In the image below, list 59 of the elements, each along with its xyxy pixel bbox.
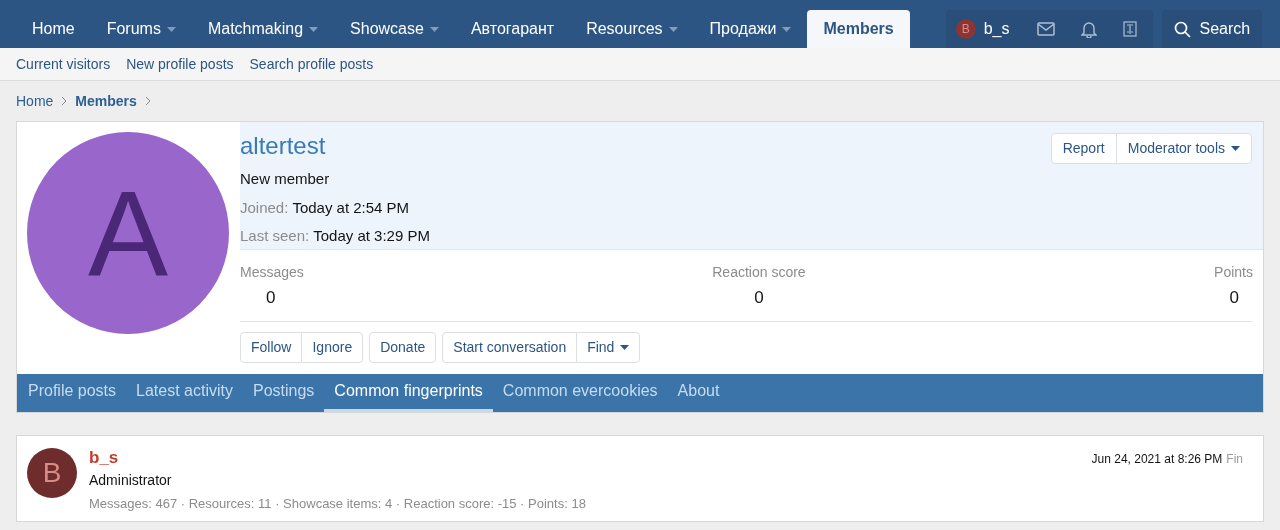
profile-tab[interactable]: Latest activity xyxy=(126,373,243,412)
grid-icon[interactable] xyxy=(1123,21,1138,37)
stat-label: Points xyxy=(1214,263,1253,282)
stat-label: Reaction score xyxy=(712,263,806,282)
detail-label: Joined: xyxy=(240,197,289,218)
member-stats: Messages: 467 · Resources: 11 · Showcase items: 4 · Reaction score: -15 · Points: 18 xyxy=(89,494,586,513)
nav-tab[interactable]: Resources xyxy=(570,10,694,48)
stat-value: 0 xyxy=(265,287,276,309)
user-title: New member xyxy=(240,169,331,189)
date-text: Jun 24, 2021 at 8:26 PM xyxy=(1091,450,1223,468)
member-avatar[interactable]: B xyxy=(27,447,77,498)
nav-tab[interactable]: Home xyxy=(16,10,91,48)
chevron-right-icon xyxy=(144,96,151,106)
nav-tab[interactable]: Matchmaking xyxy=(191,10,335,48)
caret-icon xyxy=(668,26,678,32)
breadcrumb-link[interactable]: Members xyxy=(75,90,137,112)
mail-icon[interactable] xyxy=(1037,22,1056,36)
detail-value: Today at 3:29 PM xyxy=(313,226,430,246)
stat-value: 0 xyxy=(1229,287,1240,309)
caret-icon xyxy=(620,344,630,350)
profile-button[interactable]: Start conversation xyxy=(442,331,578,363)
nav-tab[interactable]: Members xyxy=(807,10,910,48)
breadcrumb-link[interactable]: Home xyxy=(16,90,54,112)
profile-tab[interactable]: Common evercookies xyxy=(492,373,668,412)
chevron-right-icon xyxy=(61,96,68,106)
profile-button[interactable]: Ignore xyxy=(301,331,364,363)
profile-button[interactable]: Find xyxy=(576,331,641,363)
profile-button[interactable]: Follow xyxy=(240,331,303,363)
subnav-link[interactable]: New profile posts xyxy=(126,53,234,75)
profile-tab[interactable]: Common fingerprints xyxy=(324,373,493,412)
subnav-link[interactable]: Current visitors xyxy=(16,53,111,75)
nav-tab[interactable]: Showcase xyxy=(334,10,455,48)
member-name[interactable]: b_s xyxy=(89,447,586,468)
search-button[interactable]: Search xyxy=(1162,10,1263,48)
stat-value: 0 xyxy=(754,287,764,309)
caret-icon xyxy=(782,26,792,32)
profile-tab[interactable]: About xyxy=(667,373,730,412)
subnav-link[interactable]: Search profile posts xyxy=(249,53,374,75)
nav-tab[interactable]: Продажи xyxy=(693,10,808,48)
detail-value: Today at 2:54 PM xyxy=(292,197,410,218)
nav-tab[interactable]: Автогарант xyxy=(454,10,571,48)
profile-tab[interactable]: Profile posts xyxy=(18,373,127,412)
nav-tab[interactable]: Forums xyxy=(90,10,192,48)
search-icon xyxy=(1174,20,1192,38)
profile-tab[interactable]: Postings xyxy=(243,373,325,412)
caret-icon xyxy=(309,26,319,32)
profile-button[interactable]: Donate xyxy=(369,331,437,363)
caret-icon xyxy=(1231,146,1240,151)
member-role: Administrator xyxy=(89,470,173,490)
caret-icon xyxy=(166,26,176,32)
caret-icon xyxy=(429,26,439,32)
profile-avatar: A xyxy=(27,132,229,334)
bell-icon[interactable] xyxy=(1081,20,1098,38)
user-link[interactable]: b_s xyxy=(983,17,1010,41)
header-button[interactable]: Report xyxy=(1050,133,1117,164)
profile-name: altertest xyxy=(240,132,327,160)
stat-label: Messages xyxy=(240,263,304,282)
header-button[interactable]: Moderator tools xyxy=(1115,133,1252,164)
detail-label: Last seen: xyxy=(240,226,310,246)
